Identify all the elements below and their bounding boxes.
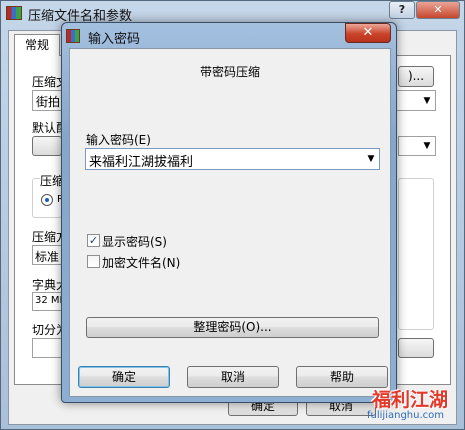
password-label: 输入密码(E) (86, 133, 151, 147)
password-value: 来福利江湖拔福利 (89, 155, 194, 170)
format-rar-radio[interactable] (41, 194, 53, 206)
winrar-app-icon (6, 6, 22, 20)
encrypt-filenames-label[interactable]: 加密文件名(N) (102, 254, 180, 271)
background-close-button[interactable]: ✕ (416, 1, 460, 19)
update-mode-dropdown-icon[interactable]: ▼ (420, 138, 434, 154)
cancel-button[interactable]: 取消 (187, 366, 279, 388)
show-password-checkbox[interactable]: ✓ (87, 234, 100, 247)
watermark-logo: 福利江湖 (372, 389, 449, 411)
password-dropdown-icon[interactable]: ▼ (364, 152, 378, 166)
split-volumes-input[interactable] (32, 338, 62, 358)
ok-button[interactable]: 确定 (78, 366, 170, 388)
archive-name-value: 街拍 (36, 95, 61, 109)
dialog-close-button[interactable]: ✕ (345, 23, 391, 43)
show-password-label[interactable]: 显示密码(S) (102, 233, 167, 250)
profiles-button[interactable] (32, 136, 62, 156)
dialog-client-area (69, 48, 391, 397)
browse-button[interactable]: )... (398, 66, 434, 87)
encrypt-filenames-checkbox[interactable] (87, 255, 100, 268)
tab-general[interactable]: 常规 (14, 34, 60, 56)
dialog-title: 输入密码 (88, 32, 141, 47)
watermark-site-text: fulijianghu.com (367, 410, 444, 421)
options-button[interactable] (398, 338, 434, 358)
help-button[interactable]: ? (389, 1, 415, 19)
organize-passwords-button[interactable]: 整理密码(O)... (86, 317, 379, 338)
archive-name-dropdown-icon[interactable]: ▼ (420, 93, 434, 109)
method-value: 标准 (35, 250, 60, 264)
winrar-dialog-icon (66, 29, 80, 43)
options-group-box (398, 178, 434, 330)
dialog-header: 带密码压缩 (199, 65, 260, 79)
